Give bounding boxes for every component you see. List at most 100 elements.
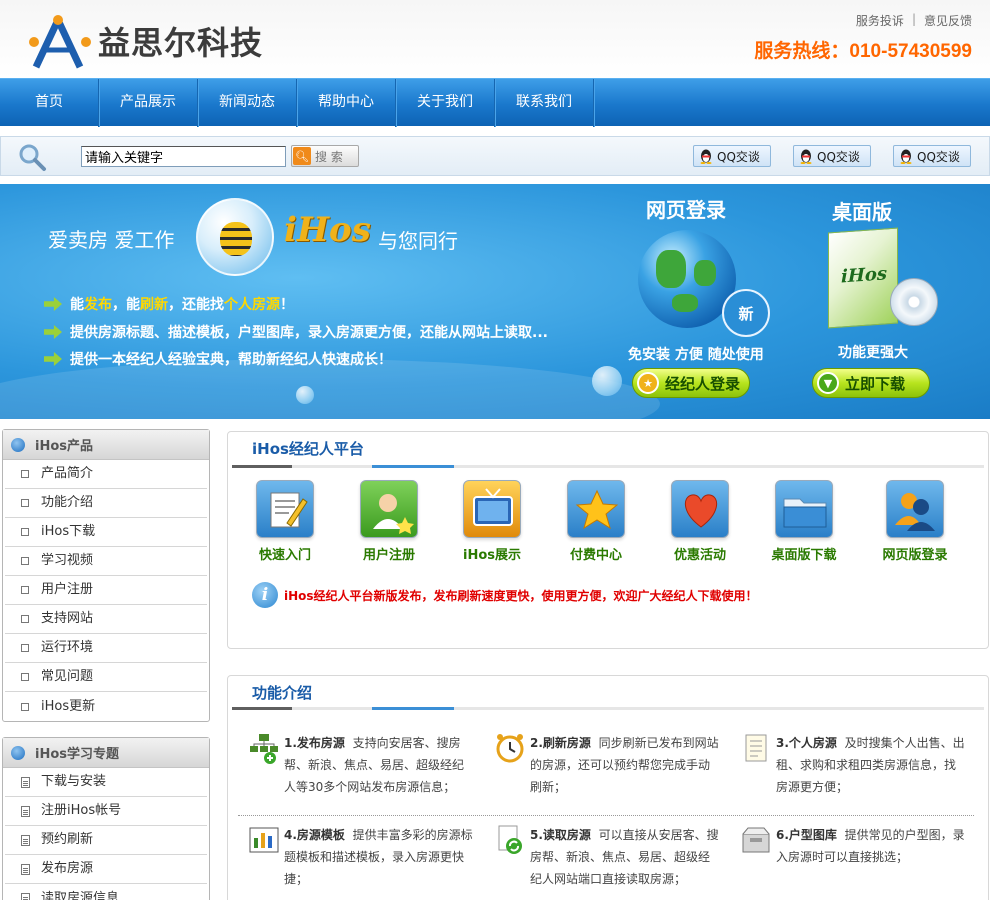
qq-chat-button-3[interactable]: QQ交谈 [893,145,971,167]
star-icon [567,480,625,538]
app-quick-start[interactable]: 快速入门 [240,480,330,563]
sidebar-item-videos[interactable]: 学习视频 [5,547,207,576]
banner-feature-2: 提供房源标题、描述模板，户型图库，录入房源更方便，还能从网站上读取... [44,322,548,342]
square-bullet-icon [21,528,29,536]
download-arrow-icon: ▼ [817,372,839,394]
banner-feature-1-highlight-a: 发布 [84,297,112,313]
banner-feature-1-highlight-b: 刷新 [140,297,168,313]
sidebar-item-label: 运行环境 [41,640,94,655]
banner-feature-1-text-b: ，能 [112,297,140,313]
sidebar-products: iHos产品 产品简介 功能介绍 iHos下载 学习视频 用户注册 支持网站 运… [2,429,210,722]
search-button[interactable]: 🔍︎ 搜 索 [291,145,359,167]
platform-panel: iHos经纪人平台 快速入门 用户注册 iHos展示 付费中心 优惠活动 桌面版… [227,431,989,649]
folder-icon [775,480,833,538]
search-bar: 🔍︎ 搜 索 QQ交谈 QQ交谈 QQ交谈 [0,136,990,176]
app-user-register[interactable]: 用户注册 [344,480,434,563]
download-now-button[interactable]: ▼ 立即下载 [812,368,930,398]
software-box-icon: iHos [828,227,898,329]
square-bullet-icon [21,586,29,594]
info-icon: i [252,582,278,608]
app-promotions[interactable]: 优惠活动 [655,480,745,563]
site-logo[interactable]: 益思尔科技 [28,12,263,70]
qq-chat-label: QQ交谈 [917,149,960,164]
banner-feature-1: 能发布 ，能 刷新 ，还能找 个人房源！ [44,294,294,314]
feedback-link[interactable]: 意见反馈 [924,12,972,29]
nav-news[interactable]: 新闻动态 [198,79,297,127]
nav-help[interactable]: 帮助中心 [297,79,396,127]
new-badge: 新 [722,289,770,337]
nav-contact[interactable]: 联系我们 [495,79,594,127]
feature-title: 5.读取房源 [530,828,591,842]
app-web-login[interactable]: 网页版登录 [870,480,960,563]
square-bullet-icon [21,644,29,652]
sidebar-item-read-listing[interactable]: 读取房源信息 [5,884,207,900]
sidebar-item-download[interactable]: iHos下载 [5,518,207,547]
square-bullet-icon [21,615,29,623]
feature-title: 2.刷新房源 [530,736,591,750]
sidebar-item-supported-sites[interactable]: 支持网站 [5,605,207,634]
sidebar-item-faq[interactable]: 常见问题 [5,663,207,692]
banner-brand: iHos [284,210,371,250]
banner-feature-1-text-d: ！ [280,297,294,313]
sidebar-item-label: 功能介绍 [41,495,94,510]
banner-feature-2-text: 提供房源标题、描述模板，户型图库，录入房源更方便，还能从网站上读取... [70,325,548,341]
app-desktop-download[interactable]: 桌面版下载 [759,480,849,563]
service-hotline: 服务热线：010-57430599 [754,41,972,62]
sidebar-topics-title: iHos学习专题 [35,747,120,762]
app-label: 用户注册 [362,548,415,563]
square-bullet-icon [21,470,29,478]
sidebar-item-label: iHos更新 [41,698,96,714]
sidebar-item-features[interactable]: 功能介绍 [5,489,207,518]
user-register-icon [360,480,418,538]
nav-about[interactable]: 关于我们 [396,79,495,127]
feature-title: 1.发布房源 [284,736,345,750]
desktop-title: 桌面版 [832,200,892,224]
web-login-title: 网页登录 [646,198,726,222]
site-header: 益思尔科技 服务投诉 | 意见反馈 服务热线：010-57430599 [0,0,990,78]
qq-penguin-icon [698,148,714,164]
sidebar-products-title: iHos产品 [35,439,94,454]
banner-slogan-right: 与您同行 [378,229,458,253]
sidebar-item-updates[interactable]: iHos更新 [5,692,207,721]
sidebar-topics: iHos学习专题 下载与安装 注册iHos帐号 预约刷新 发布房源 读取房源信息 [2,737,210,900]
sidebar-item-label: 发布房源 [41,861,94,876]
sidebar-item-install[interactable]: 下载与安装 [5,768,207,797]
complaint-link[interactable]: 服务投诉 [856,12,904,29]
sidebar-item-register-account[interactable]: 注册iHos帐号 [5,797,207,826]
square-bullet-icon [21,673,29,681]
web-login-subtitle: 免安装 方便 随处使用 [628,347,764,363]
green-arrow-icon [44,352,62,366]
qq-chat-button-1[interactable]: QQ交谈 [693,145,771,167]
qq-chat-button-2[interactable]: QQ交谈 [793,145,871,167]
platform-notice[interactable]: i iHos经纪人平台新版发布，发布刷新速度更快，使用更方便，欢迎广大经纪人下载… [252,582,758,608]
users-icon [886,480,944,538]
sidebar-item-product-intro[interactable]: 产品简介 [5,460,207,489]
app-payment-center[interactable]: 付费中心 [551,480,641,563]
search-input[interactable] [81,146,286,167]
sidebar-item-label: 注册iHos帐号 [41,803,122,818]
agent-login-button[interactable]: ★ 经纪人登录 [632,368,750,398]
search-button-icon: 🔍︎ [293,147,311,165]
sidebar-item-register[interactable]: 用户注册 [5,576,207,605]
app-label: iHos展示 [462,548,521,563]
nav-home[interactable]: 首页 [0,79,99,127]
platform-notice-text: iHos经纪人平台新版发布，发布刷新速度更快，使用更方便，欢迎广大经纪人下载使用… [284,588,758,603]
feature-publish: 1.发布房源 支持向安居客、搜房帮、新浪、焦点、易居、超级经纪人等30多个网站发… [248,732,474,798]
sidebar-item-publish-listing[interactable]: 发布房源 [5,855,207,884]
sidebar-item-scheduled-refresh[interactable]: 预约刷新 [5,826,207,855]
agent-login-label: 经纪人登录 [665,374,741,393]
sidebar-item-environment[interactable]: 运行环境 [5,634,207,663]
green-arrow-icon [44,297,62,311]
platform-title: iHos经纪人平台 [252,440,364,458]
download-now-label: 立即下载 [845,374,906,393]
qq-penguin-icon [798,148,814,164]
chart-template-icon [248,824,280,856]
network-publish-icon [248,732,280,764]
app-ihos-showcase[interactable]: iHos展示 [447,480,537,563]
desktop-subtitle: 功能更强大 [838,345,908,361]
main-nav: 首页 产品展示 新闻动态 帮助中心 关于我们 联系我们 [0,78,990,127]
blue-ball-icon [11,437,25,452]
nav-products[interactable]: 产品展示 [99,79,198,127]
document-icon [21,893,30,900]
sidebar-topics-header: iHos学习专题 [3,738,209,768]
